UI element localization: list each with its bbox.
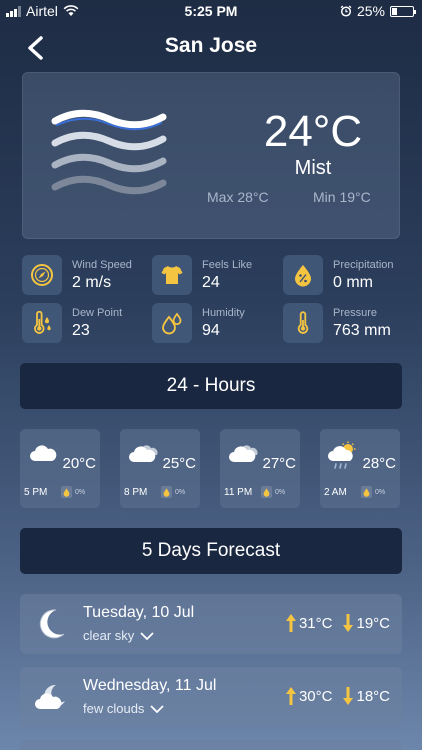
forecast-temps: 31°C 19°C	[285, 613, 390, 633]
current-condition: Mist	[294, 157, 332, 179]
rain-drop-icon	[361, 486, 372, 498]
thermometer-drops-icon	[34, 311, 51, 334]
stat-value: 23	[72, 322, 90, 339]
cloud-icon	[30, 445, 57, 461]
hourly-section-title: 24 - Hours	[20, 363, 402, 409]
status-right: 25%	[340, 3, 416, 19]
hourly-rain-percent: 0%	[375, 488, 386, 496]
stat-icon-box	[283, 303, 323, 343]
alarm-icon	[340, 5, 352, 17]
mist-icon	[51, 109, 167, 195]
stat-icon-box	[22, 303, 62, 343]
stat-label: Wind Speed	[72, 259, 132, 271]
hourly-time: 5 PM	[24, 487, 48, 498]
forecast-desc-text: few clouds	[83, 701, 145, 716]
stat-label: Dew Point	[72, 307, 123, 319]
hourly-rain: 0%	[61, 486, 85, 498]
moon-icon	[39, 609, 65, 639]
forecast-section-title: 5 Days Forecast	[20, 528, 402, 574]
tshirt-icon	[161, 266, 183, 284]
hourly-temp: 20°C	[62, 455, 96, 472]
arrow-down-icon	[343, 614, 354, 632]
stat-label: Humidity	[202, 307, 245, 319]
forecast-low: 19°C	[356, 614, 390, 632]
hourly-rain-percent: 0%	[175, 488, 186, 496]
clouds-icon	[129, 445, 158, 462]
thermometer-icon	[297, 311, 309, 334]
stat-dew-point: Dew Point 23	[22, 303, 147, 343]
stat-label: Precipitation	[333, 259, 394, 271]
arrow-up-icon	[285, 614, 296, 632]
stat-icon-box	[22, 255, 62, 295]
stat-humidity: Humidity 94	[152, 303, 277, 343]
hourly-time: 8 PM	[124, 487, 148, 498]
forecast-row[interactable]: Wednesday, 11 Jul few clouds 30°C 18°C	[20, 667, 402, 727]
sun-cloud-rain-icon	[328, 441, 356, 469]
hourly-rain: 0%	[161, 486, 185, 498]
drops-icon	[162, 312, 182, 335]
arrow-up-icon	[285, 687, 296, 705]
forecast-temps: 30°C 18°C	[285, 686, 390, 706]
compass-icon	[31, 264, 53, 286]
rain-drop-icon	[261, 486, 272, 498]
percent-drop-icon	[295, 265, 311, 287]
battery-percent: 25%	[356, 3, 385, 19]
current-weather-card: 24°C Mist Max 28°C Min 19°C	[22, 72, 400, 239]
moon-cloud-icon	[35, 684, 65, 709]
hourly-temp: 28°C	[362, 455, 396, 472]
hourly-temp: 25°C	[162, 455, 196, 472]
forecast-high: 31°C	[298, 614, 333, 632]
max-temperature: Max 28°C	[207, 189, 269, 205]
hourly-card[interactable]: 28°C 2 AM 0%	[320, 429, 400, 508]
stat-icon-box	[152, 255, 192, 295]
forecast-low: 18°C	[356, 687, 390, 705]
forecast-description: few clouds	[83, 701, 165, 716]
page-title: San Jose	[164, 34, 258, 57]
hourly-card[interactable]: 25°C 8 PM 0%	[120, 429, 200, 508]
min-temperature: Min 19°C	[313, 189, 371, 205]
clouds-icon	[229, 445, 258, 462]
stat-value: 763 mm	[333, 322, 391, 339]
stat-label: Feels Like	[202, 259, 253, 271]
hourly-rain-percent: 0%	[275, 488, 286, 496]
hourly-rain: 0%	[261, 486, 285, 498]
forecast-description: clear sky	[83, 628, 154, 643]
stat-wind-speed: Wind Speed 2 m/s	[22, 255, 147, 295]
stat-icon-box	[283, 255, 323, 295]
status-bar: Airtel 5:25 PM 25%	[0, 0, 422, 22]
rain-drop-icon	[161, 486, 172, 498]
stat-value: 94	[202, 322, 220, 339]
forecast-day: Wednesday, 11 Jul	[83, 677, 217, 694]
rain-drop-icon	[61, 486, 72, 498]
forecast-row[interactable]: Tuesday, 10 Jul clear sky 31°C 19°C	[20, 594, 402, 654]
forecast-high: 30°C	[298, 687, 333, 705]
forecast-day: Tuesday, 10 Jul	[83, 604, 195, 621]
current-temperature: 24°C	[263, 107, 363, 156]
hourly-time: 2 AM	[324, 487, 347, 498]
hourly-card[interactable]: 27°C 11 PM 0%	[220, 429, 300, 508]
hourly-rain: 0%	[361, 486, 385, 498]
forecast-desc-text: clear sky	[83, 628, 135, 643]
forecast-row-partial[interactable]	[20, 740, 402, 750]
stat-value: 24	[202, 274, 220, 291]
hourly-temp: 27°C	[262, 455, 296, 472]
hourly-rain-percent: 0%	[75, 488, 86, 496]
stat-label: Pressure	[333, 307, 378, 319]
stat-feels-like: Feels Like 24	[152, 255, 277, 295]
stat-value: 0 mm	[333, 274, 373, 291]
stat-precipitation: Precipitation 0 mm	[283, 255, 408, 295]
stat-icon-box	[152, 303, 192, 343]
chevron-down-icon[interactable]	[150, 704, 165, 713]
chevron-down-icon[interactable]	[140, 631, 154, 640]
arrow-down-icon	[343, 687, 354, 705]
stat-value: 2 m/s	[72, 274, 112, 291]
hourly-card[interactable]: 20°C 5 PM 0%	[20, 429, 100, 508]
hourly-time: 11 PM	[224, 487, 253, 498]
stat-pressure: Pressure 763 mm	[283, 303, 408, 343]
battery-icon	[390, 5, 416, 17]
